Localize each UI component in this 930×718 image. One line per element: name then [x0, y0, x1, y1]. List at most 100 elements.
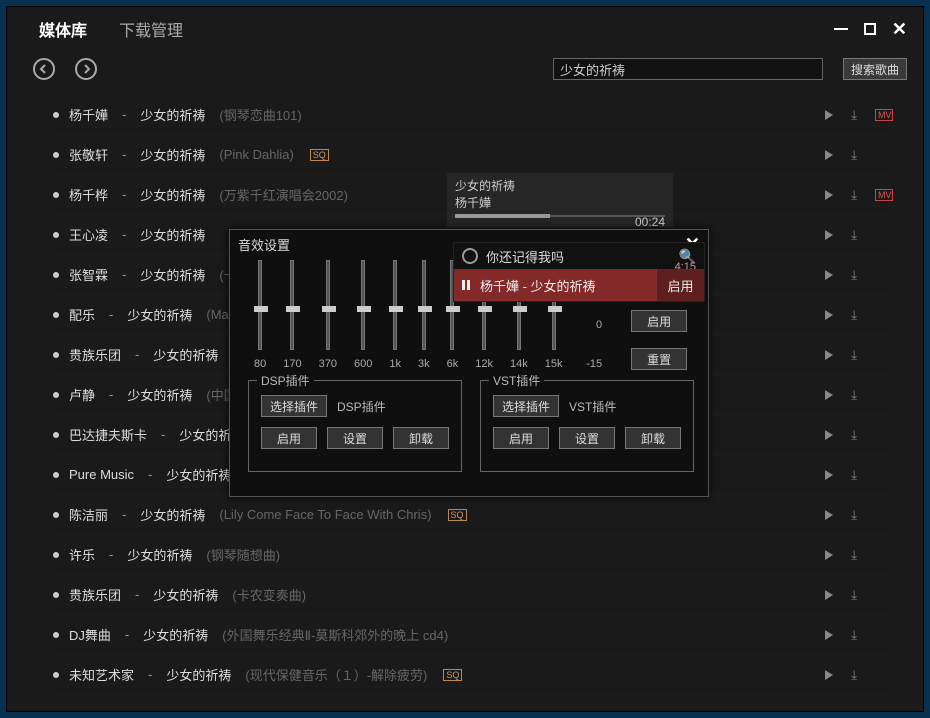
eq-band-label: 3k [418, 358, 430, 370]
popup-result-row[interactable]: 杨千嬅 - 少女的祈祷 4:15 启用 [454, 269, 704, 301]
eq-knob[interactable] [357, 306, 371, 312]
mv-badge[interactable]: MV [875, 189, 893, 201]
vst-settings-button[interactable]: 设置 [559, 427, 615, 449]
dsp-settings-button[interactable]: 设置 [327, 427, 383, 449]
eq-reset-button[interactable]: 重置 [631, 348, 687, 370]
song-row[interactable]: 贵族乐团-少女的祈祷(卡农变奏曲)⤓ [53, 575, 893, 615]
download-icon[interactable]: ⤓ [851, 427, 857, 443]
vst-unload-button[interactable]: 卸载 [625, 427, 681, 449]
play-icon[interactable] [825, 510, 833, 520]
play-icon[interactable] [825, 350, 833, 360]
eq-knob[interactable] [389, 306, 403, 312]
play-icon[interactable] [825, 630, 833, 640]
dsp-unload-button[interactable]: 卸载 [393, 427, 449, 449]
play-icon[interactable] [825, 590, 833, 600]
song-row[interactable]: 陈洁丽-少女的祈祷 (Lily Come Face To Face With Ch… [53, 495, 893, 535]
maximize-icon[interactable] [864, 23, 876, 35]
eq-enable-button[interactable]: 启用 [631, 310, 687, 332]
download-icon[interactable]: ⤓ [851, 547, 857, 563]
back-button[interactable] [33, 58, 55, 80]
play-icon[interactable] [825, 190, 833, 200]
eq-band: 1k [389, 260, 401, 370]
eq-band: 3k [418, 260, 430, 370]
dash: - [122, 187, 126, 202]
eq-knob[interactable] [446, 306, 460, 312]
eye-icon[interactable] [462, 248, 478, 264]
song-title: 少女的祈祷 [140, 265, 205, 284]
download-icon[interactable]: ⤓ [851, 507, 857, 523]
eq-knob[interactable] [513, 306, 527, 312]
play-icon[interactable] [825, 550, 833, 560]
vst-select-button[interactable]: 选择插件 [493, 395, 559, 417]
download-icon[interactable]: ⤓ [851, 307, 857, 323]
eq-slider[interactable] [422, 260, 426, 350]
eq-knob[interactable] [254, 306, 268, 312]
search-button[interactable]: 搜索歌曲 [843, 58, 907, 80]
download-icon[interactable]: ⤓ [851, 667, 857, 683]
popup-enable-button[interactable]: 启用 [656, 269, 704, 301]
song-artist: 张智霖 [69, 265, 108, 284]
eq-slider[interactable] [361, 260, 365, 350]
play-icon[interactable] [825, 670, 833, 680]
play-icon[interactable] [825, 270, 833, 280]
row-actions: ⤓ [825, 347, 893, 363]
song-row[interactable]: 杨千嬅-少女的祈祷(钢琴恋曲101)⤓MV [53, 95, 893, 135]
song-title: 少女的祈祷 [140, 505, 205, 524]
dash: - [122, 507, 126, 522]
eq-knob[interactable] [478, 306, 492, 312]
song-row[interactable]: DJ舞曲-少女的祈祷(外国舞乐经典Ⅱ-莫斯科郊外的晚上 cd4)⤓ [53, 615, 893, 655]
dsp-plugin-box: DSP插件 选择插件 DSP插件 启用 设置 卸载 [248, 380, 462, 472]
download-icon[interactable]: ⤓ [851, 587, 857, 603]
eq-slider[interactable] [326, 260, 330, 350]
song-row[interactable]: 张敬轩-少女的祈祷(Pink Dahlia)SQ⤓ [53, 135, 893, 175]
play-icon[interactable] [825, 150, 833, 160]
pause-icon[interactable] [462, 280, 470, 290]
eq-knob[interactable] [418, 306, 432, 312]
play-icon[interactable] [825, 110, 833, 120]
eq-knob[interactable] [286, 306, 300, 312]
download-icon[interactable]: ⤓ [851, 267, 857, 283]
dsp-select-button[interactable]: 选择插件 [261, 395, 327, 417]
tab-downloads[interactable]: 下载管理 [103, 7, 199, 51]
song-title: 少女的祈祷 [140, 185, 205, 204]
vst-enable-button[interactable]: 启用 [493, 427, 549, 449]
download-icon[interactable]: ⤓ [851, 387, 857, 403]
download-icon[interactable]: ⤓ [851, 107, 857, 123]
play-icon[interactable] [825, 230, 833, 240]
search-input[interactable] [553, 58, 823, 80]
download-icon[interactable]: ⤓ [851, 187, 857, 203]
eq-band-label: 170 [283, 358, 301, 370]
miniplayer-progress[interactable] [455, 215, 665, 217]
bullet-icon [53, 192, 59, 198]
song-title: 少女的祈祷 [153, 345, 218, 364]
minimize-icon[interactable] [834, 28, 848, 30]
song-album: (Lily Come Face To Face With Chris) [219, 507, 431, 522]
play-icon[interactable] [825, 470, 833, 480]
song-row[interactable]: 许乐-少女的祈祷(钢琴随想曲)⤓ [53, 535, 893, 575]
play-icon[interactable] [825, 390, 833, 400]
mini-player[interactable]: 少女的祈祷 杨千嬅 00:24 [447, 173, 673, 227]
dsp-enable-button[interactable]: 启用 [261, 427, 317, 449]
eq-knob[interactable] [548, 306, 562, 312]
download-icon[interactable]: ⤓ [851, 467, 857, 483]
download-icon[interactable]: ⤓ [851, 227, 857, 243]
eq-slider[interactable] [290, 260, 294, 350]
eq-slider[interactable] [258, 260, 262, 350]
play-icon[interactable] [825, 310, 833, 320]
eq-band-label: 80 [254, 358, 266, 370]
close-icon[interactable]: ✕ [892, 19, 907, 40]
download-icon[interactable]: ⤓ [851, 147, 857, 163]
play-icon[interactable] [825, 430, 833, 440]
bullet-icon [53, 552, 59, 558]
eq-knob[interactable] [322, 306, 336, 312]
download-icon[interactable]: ⤓ [851, 347, 857, 363]
tab-library[interactable]: 媒体库 [23, 7, 103, 51]
vst-plugin-box: VST插件 选择插件 VST插件 启用 设置 卸载 [480, 380, 694, 472]
mv-badge[interactable]: MV [875, 109, 893, 121]
popup-search-input[interactable]: 你还记得我吗 [486, 247, 671, 266]
song-artist: 陈洁丽 [69, 505, 108, 524]
download-icon[interactable]: ⤓ [851, 627, 857, 643]
forward-button[interactable] [75, 58, 97, 80]
song-row[interactable]: 未知艺术家-少女的祈祷(现代保健音乐（１）-解除疲劳)SQ⤓ [53, 655, 893, 695]
eq-slider[interactable] [393, 260, 397, 350]
